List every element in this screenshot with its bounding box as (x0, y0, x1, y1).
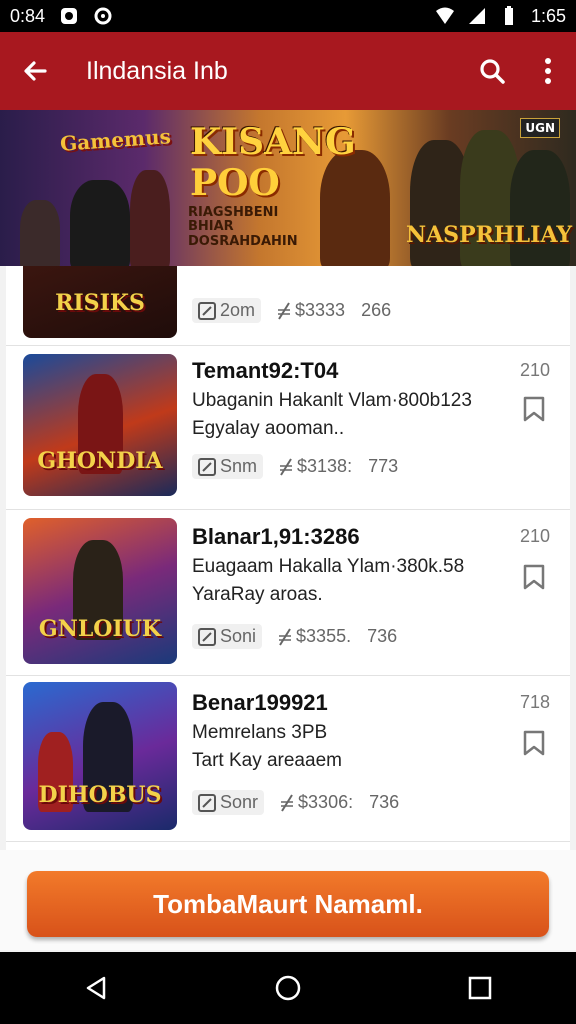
price: $3355. (296, 626, 352, 646)
item-description: Memrelans 3PB (192, 722, 328, 743)
game-thumbnail: GNLOIUK (23, 518, 177, 664)
price-tag-icon (281, 793, 294, 812)
system-nav-bar (0, 952, 576, 1024)
meta-count: 736 (369, 792, 400, 812)
price-tag-icon (278, 301, 291, 320)
price-tag-icon (279, 627, 292, 646)
item-count: 210 (519, 360, 550, 380)
item-title: Benar199921 (192, 690, 328, 715)
edit-chip[interactable]: Soni (192, 624, 263, 649)
bookmark-icon[interactable] (522, 564, 546, 590)
bookmark-icon[interactable] (522, 730, 546, 756)
item-meta: Snm $3138: 773 (192, 454, 398, 479)
app-bar: Ilndansia Inb (0, 32, 576, 110)
more-vert-icon (545, 58, 551, 84)
chip-label: Soni (220, 626, 257, 646)
edit-icon (198, 457, 216, 476)
chip-label: Snm (220, 456, 258, 476)
promo-banner[interactable]: Gamemus KISANG POO RIAGSHBENI BHIAR DOSR… (0, 110, 576, 266)
nav-recents-icon (468, 976, 492, 1000)
sync-icon (94, 7, 112, 25)
signal-icon (468, 8, 485, 24)
nav-home-button[interactable] (258, 958, 318, 1018)
search-button[interactable] (464, 32, 520, 110)
meta-count: 773 (368, 456, 399, 476)
price: $3138: (297, 456, 353, 476)
item-meta: 2om $3333 266 (192, 298, 391, 323)
search-icon (480, 59, 505, 84)
item-count: 718 (519, 692, 550, 712)
price: $3333 (295, 300, 346, 320)
item-description: Euagaam Hakalla Ylam·380k.58 (192, 556, 465, 577)
edit-chip[interactable]: Sonr (192, 790, 265, 815)
list-item[interactable]: RISIKS 2om $3333 266 (6, 266, 570, 346)
banner-headline-2: POO (190, 162, 280, 204)
nav-back-button[interactable] (66, 958, 126, 1018)
bookmark-icon[interactable] (522, 396, 546, 422)
item-title: Blanar1,91:3286 (192, 524, 360, 549)
edit-chip[interactable]: Snm (192, 454, 264, 479)
edit-icon (198, 301, 216, 320)
page-title: Ilndansia Inb (86, 56, 228, 85)
cta-area: TombaMaurt Namaml. (0, 850, 576, 950)
nav-back-icon (86, 976, 106, 1000)
item-description: Ubaganin Hakanlt Vlam·800b123 (192, 390, 472, 411)
banner-logo-right: NASPRHLIAY (406, 222, 573, 248)
meta-count: 266 (361, 300, 392, 320)
list-item[interactable]: GNLOIUK Blanar1,91:3286 Euagaam Hakalla … (6, 510, 570, 676)
price: $3306: (298, 792, 354, 812)
nav-home-icon (275, 975, 301, 1001)
banner-badge: UGN (520, 118, 560, 138)
item-subtitle: Tart Kay areaaem (192, 750, 342, 771)
wifi-icon (435, 7, 454, 24)
thumbnail-label: RISIKS (55, 290, 145, 316)
edit-icon (198, 627, 216, 646)
edit-chip[interactable]: 2om (192, 298, 262, 323)
meta-count: 736 (367, 626, 398, 646)
game-thumbnail: GHONDIA (23, 354, 177, 496)
item-meta: Soni $3355. 736 (192, 624, 397, 649)
nav-recents-button[interactable] (450, 958, 510, 1018)
chip-label: Sonr (220, 792, 259, 812)
status-bar: 0:84 1:65 (0, 0, 576, 32)
more-options-button[interactable] (520, 32, 576, 110)
status-time-left: 0:84 (10, 5, 46, 26)
game-thumbnail: RISIKS (23, 266, 177, 338)
game-list[interactable]: RISIKS 2om $3333 266 GHONDIA Temant92:T0… (6, 266, 570, 850)
item-subtitle: Egyalay aooman.. (192, 418, 345, 439)
banner-logo-left: Gamemus (59, 124, 172, 156)
item-meta: Sonr $3306: 736 (192, 790, 399, 815)
status-time-right: 1:65 (530, 5, 566, 26)
item-subtitle: YaraRay aroas. (192, 584, 323, 605)
battery-icon (504, 6, 513, 25)
edit-icon (198, 793, 216, 812)
back-arrow-icon (24, 61, 47, 81)
thumbnail-label: DIHOBUS (38, 782, 162, 808)
list-item[interactable]: GHONDIA Temant92:T04 Ubaganin Hakanlt Vl… (6, 346, 570, 510)
banner-headline: KISANG (190, 121, 356, 163)
item-title: Temant92:T04 (192, 358, 339, 383)
item-count: 210 (519, 526, 550, 546)
game-thumbnail: DIHOBUS (23, 682, 177, 830)
primary-cta-button[interactable]: TombaMaurt Namaml. (27, 871, 549, 937)
notification-icon (61, 8, 78, 24)
thumbnail-label: GHONDIA (37, 448, 163, 474)
list-item[interactable]: DIHOBUS Benar199921 Memrelans 3PB Tart K… (6, 676, 570, 842)
banner-subline: RIAGSHBENI BHIAR DOSRAHDAHIN (188, 205, 298, 249)
thumbnail-label: GNLOIUK (38, 616, 162, 642)
price-tag-icon (280, 457, 293, 476)
chip-label: 2om (220, 300, 256, 320)
back-button[interactable] (0, 32, 70, 110)
